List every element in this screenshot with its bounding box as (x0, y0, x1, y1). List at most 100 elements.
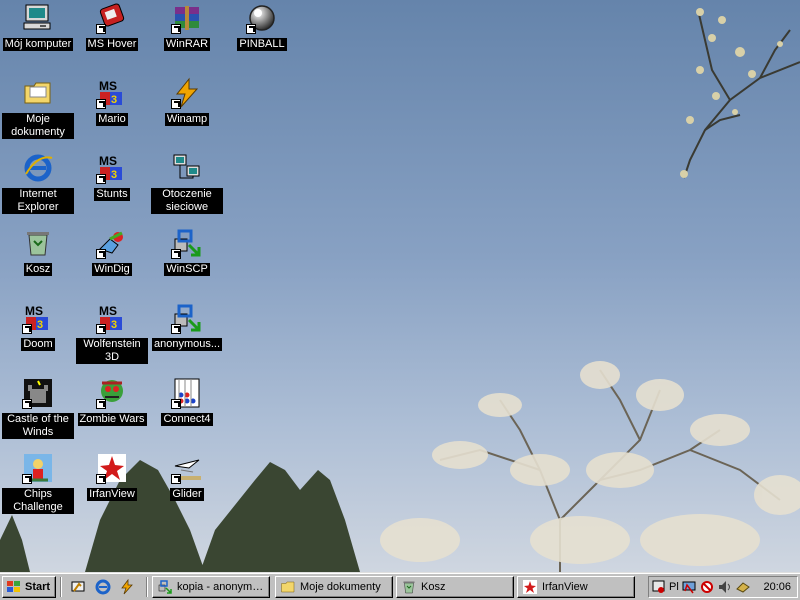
glider-icon (171, 452, 203, 484)
desktop-shortcut-zombie-wars[interactable]: Zombie Wars (76, 377, 148, 426)
irfanview-icon (523, 580, 537, 594)
desktop-icon-label: Otoczenie sieciowe (151, 188, 223, 214)
desktop-shortcut-anonymous[interactable]: anonymous... (151, 302, 223, 351)
ms-hover-icon (96, 2, 128, 34)
desktop-icon-label: Glider (170, 488, 204, 501)
shortcut-arrow-icon (96, 24, 106, 34)
connect4-icon (171, 377, 203, 409)
desktop-shortcut-doom[interactable]: MS 3 Doom (2, 302, 74, 351)
taskbar-button[interactable]: Moje dokumenty (275, 576, 393, 598)
shortcut-arrow-icon (171, 399, 181, 409)
taskbar-separator (146, 577, 148, 597)
svg-text:3: 3 (111, 319, 117, 331)
desktop-icon-label: Mario (96, 113, 128, 126)
desktop-icon-label: PINBALL (237, 38, 287, 51)
shortcut-arrow-icon (171, 324, 181, 334)
desktop-shortcut-winrar[interactable]: WinRAR (151, 2, 223, 51)
desktop-shortcut-mój-komputer[interactable]: Mój komputer (2, 2, 74, 51)
network-neighborhood-icon (171, 152, 203, 184)
shortcut-arrow-icon (22, 474, 32, 484)
svg-text:MS: MS (99, 304, 117, 318)
zombie-icon (96, 377, 128, 409)
svg-text:MS: MS (99, 154, 117, 168)
desktop-icon-label: WinRAR (163, 38, 211, 51)
shortcut-arrow-icon (96, 399, 106, 409)
winamp-icon[interactable] (119, 579, 135, 595)
shortcut-arrow-icon (246, 24, 256, 34)
shortcut-arrow-icon (96, 249, 106, 259)
display-settings-icon[interactable] (681, 579, 697, 595)
desktop-shortcut-winamp[interactable]: Winamp (151, 77, 223, 126)
desktop-icon-label: Zombie Wars (77, 413, 147, 426)
speaker-icon[interactable] (717, 579, 733, 595)
system-tray: Pl 20:06 (648, 576, 798, 598)
ms-dos-icon: MS 3 (96, 77, 128, 109)
desktop-icon-label: Winamp (164, 113, 210, 126)
internet-explorer-icon (22, 152, 54, 184)
desktop-icon-label: Kosz (23, 263, 53, 276)
desktop-shortcut-pinball[interactable]: PINBALL (226, 2, 298, 51)
desktop-icon-label: IrfanView (87, 488, 137, 501)
internet-explorer-icon[interactable] (95, 579, 111, 595)
my-computer-icon (22, 2, 54, 34)
start-button[interactable]: Start (2, 576, 56, 598)
desktop-shortcut-stunts[interactable]: MS 3 Stunts (76, 152, 148, 201)
winscp-icon (171, 227, 203, 259)
desktop-icon-label: Wolfenstein 3D (76, 338, 148, 364)
taskbar-button-label: IrfanView (542, 581, 588, 593)
taskbar-button-label: Moje dokumenty (300, 581, 381, 593)
language-indicator[interactable]: Pl (669, 581, 679, 593)
ms-dos-icon: MS 3 (22, 302, 54, 334)
ms-dos-icon: MS 3 (96, 152, 128, 184)
winrar-icon (171, 2, 203, 34)
taskbar-button[interactable]: kopia - anonymou... (152, 576, 270, 598)
castle-icon (22, 377, 54, 409)
desktop-shortcut-winscp[interactable]: WinSCP (151, 227, 223, 276)
desktop-icon-label: WinSCP (164, 263, 210, 276)
shortcut-arrow-icon (171, 474, 181, 484)
desktop-shortcut-internet-explorer[interactable]: Internet Explorer (2, 152, 74, 214)
svg-text:3: 3 (111, 94, 117, 106)
shortcut-arrow-icon (96, 324, 106, 334)
my-documents-folder-icon (22, 77, 54, 109)
clock[interactable]: 20:06 (763, 581, 791, 593)
desktop-icon-label: MS Hover (85, 38, 139, 51)
volume-control-icon[interactable] (651, 579, 667, 595)
desktop-icon-label: Mój komputer (2, 38, 74, 51)
desktop-shortcut-castle-of-the-winds[interactable]: Castle of the Winds (2, 377, 74, 439)
desktop-shortcut-otoczenie-sieciowe[interactable]: Otoczenie sieciowe (151, 152, 223, 214)
shortcut-arrow-icon (96, 99, 106, 109)
svg-text:MS: MS (25, 304, 43, 318)
ms-dos-icon: MS 3 (96, 302, 128, 334)
svg-text:3: 3 (37, 319, 43, 331)
desktop-shortcut-windig[interactable]: WinDig (76, 227, 148, 276)
show-desktop-icon[interactable] (70, 579, 86, 595)
shortcut-arrow-icon (171, 249, 181, 259)
desktop-shortcut-kosz[interactable]: Kosz (2, 227, 74, 276)
shortcut-arrow-icon (22, 399, 32, 409)
taskbar-button[interactable]: IrfanView (517, 576, 635, 598)
desktop-shortcut-mario[interactable]: MS 3 Mario (76, 77, 148, 126)
desktop-shortcut-wolfenstein-3d[interactable]: MS 3 Wolfenstein 3D (76, 302, 148, 364)
desktop-icon-label: WinDig (92, 263, 132, 276)
taskbar-button-label: kopia - anonymou... (177, 581, 269, 593)
desktop-shortcut-chips-challenge[interactable]: Chips Challenge (2, 452, 74, 514)
svg-text:MS: MS (99, 79, 117, 93)
desktop-shortcut-moje-dokumenty[interactable]: Moje dokumenty (2, 77, 74, 139)
desktop-shortcut-glider[interactable]: Glider (151, 452, 223, 501)
winscp-icon (158, 580, 172, 594)
winamp-icon (171, 77, 203, 109)
desktop-icon-label: Moje dokumenty (2, 113, 74, 139)
shortcut-arrow-icon (96, 474, 106, 484)
antivirus-icon[interactable] (699, 579, 715, 595)
tray-app-icon[interactable] (735, 579, 751, 595)
shortcut-arrow-icon (171, 99, 181, 109)
desktop-shortcut-irfanview[interactable]: IrfanView (76, 452, 148, 501)
desktop-icon-label: Connect4 (161, 413, 213, 426)
desktop-icon-label: Stunts (94, 188, 130, 201)
desktop-shortcut-ms-hover[interactable]: MS Hover (76, 2, 148, 51)
taskbar-button[interactable]: Kosz (396, 576, 514, 598)
desktop-shortcut-connect4[interactable]: Connect4 (151, 377, 223, 426)
irfanview-icon (96, 452, 128, 484)
folder-icon (281, 581, 295, 593)
